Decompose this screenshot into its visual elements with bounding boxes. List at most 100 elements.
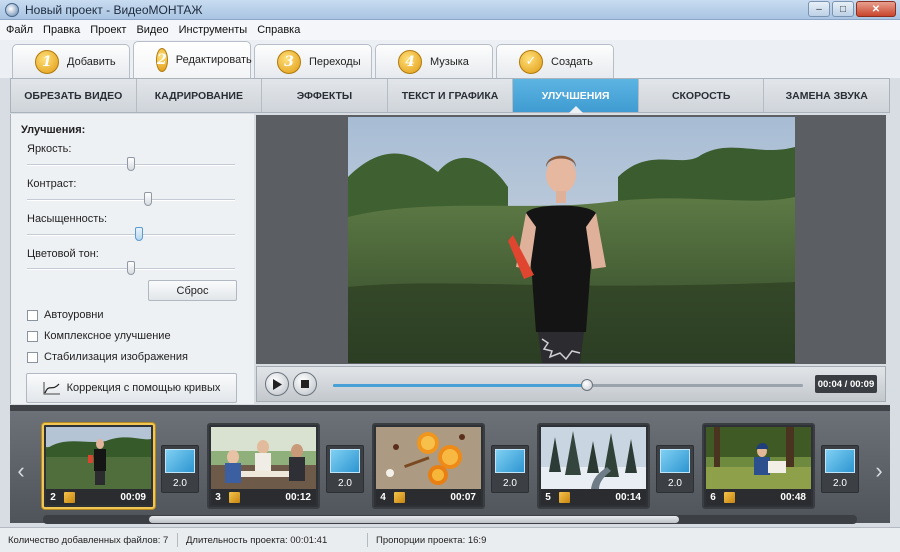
- clip-duration: 00:14: [615, 491, 641, 503]
- brightness-label: Яркость:: [27, 143, 72, 155]
- tab-speed[interactable]: СКОРОСТЬ: [639, 79, 765, 112]
- transition-slot[interactable]: 2.0: [161, 445, 199, 493]
- transition-duration: 2.0: [668, 478, 682, 489]
- checkbox-box[interactable]: [27, 309, 38, 321]
- clip-card[interactable]: 4 00:07: [372, 423, 485, 509]
- auto-levels-checkbox[interactable]: Автоуровни: [27, 309, 104, 321]
- clip-card[interactable]: 5 00:14: [537, 423, 650, 509]
- title-bar: Новый проект - ВидеоМОНТАЖ – □ ✕: [0, 0, 900, 20]
- brightness-slider-thumb[interactable]: [127, 157, 135, 171]
- playback-progress[interactable]: [333, 379, 803, 391]
- menu-file[interactable]: Файл: [6, 24, 33, 36]
- tab-text-graphics[interactable]: ТЕКСТ И ГРАФИКА: [388, 79, 514, 112]
- transition-icon: [330, 449, 360, 473]
- hue-slider-thumb[interactable]: [127, 261, 135, 275]
- maximize-icon[interactable]: □: [832, 1, 854, 17]
- checkbox-box[interactable]: [27, 330, 38, 342]
- video-preview-area: [256, 115, 886, 364]
- transition-slot[interactable]: 2.0: [821, 445, 859, 493]
- edit-subtabs: ОБРЕЗАТЬ ВИДЕО КАДРИРОВАНИЕ ЭФФЕКТЫ ТЕКС…: [10, 78, 890, 113]
- close-icon[interactable]: ✕: [856, 1, 896, 17]
- saturation-slider-thumb[interactable]: [135, 227, 144, 241]
- hue-slider[interactable]: [27, 261, 235, 275]
- step-label: Переходы: [309, 55, 361, 68]
- menu-edit[interactable]: Правка: [43, 24, 80, 36]
- tab-effects[interactable]: ЭФФЕКТЫ: [262, 79, 388, 112]
- curve-chart-icon: [43, 382, 60, 395]
- step-label: Музыка: [430, 55, 469, 68]
- transition-duration: 2.0: [503, 478, 517, 489]
- menu-project[interactable]: Проект: [90, 24, 126, 36]
- pencil-icon[interactable]: [229, 491, 240, 503]
- transition-icon: [495, 449, 525, 473]
- step-add[interactable]: 1 Добавить: [12, 44, 130, 78]
- menu-video[interactable]: Видео: [136, 24, 168, 36]
- pencil-icon[interactable]: [394, 491, 405, 503]
- transition-duration: 2.0: [173, 478, 187, 489]
- menu-tools[interactable]: Инструменты: [179, 24, 248, 36]
- step-music[interactable]: 4 Музыка: [375, 44, 493, 78]
- play-button[interactable]: [265, 372, 289, 396]
- pencil-icon[interactable]: [64, 491, 75, 503]
- saturation-slider[interactable]: [27, 227, 235, 241]
- clip-card[interactable]: 3 00:12: [207, 423, 320, 509]
- progress-thumb[interactable]: [580, 379, 593, 391]
- transition-slot[interactable]: 2.0: [491, 445, 529, 493]
- clip-thumbnail: [541, 427, 646, 489]
- clip-thumbnail: [46, 427, 151, 489]
- clip-duration: 00:09: [120, 491, 146, 503]
- filmstrip-timeline: ‹ › 2 00:09 2.0 3 00:12 2.0 4 00:07 2.0 …: [10, 405, 890, 524]
- stop-button[interactable]: [293, 372, 317, 396]
- checkbox-box[interactable]: [27, 351, 38, 363]
- clip-duration: 00:12: [285, 491, 311, 503]
- chevron-left-icon[interactable]: ‹: [12, 456, 30, 486]
- tab-crop[interactable]: КАДРИРОВАНИЕ: [137, 79, 263, 112]
- step-create[interactable]: ✓ Создать: [496, 44, 614, 78]
- transition-duration: 2.0: [833, 478, 847, 489]
- step-label: Создать: [551, 55, 593, 68]
- step-tabs: 1 Добавить 2 Редактировать 3 Переходы 4 …: [0, 40, 900, 78]
- clip-info-bar: 6 00:48: [706, 489, 811, 505]
- transition-slot[interactable]: 2.0: [656, 445, 694, 493]
- clip-duration: 00:07: [450, 491, 476, 503]
- tab-replace-audio[interactable]: ЗАМЕНА ЗВУКА: [764, 79, 889, 112]
- checkbox-label: Автоуровни: [44, 309, 104, 321]
- window-controls: – □ ✕: [808, 1, 896, 17]
- clip-index: 3: [215, 491, 221, 503]
- contrast-label: Контраст:: [27, 178, 77, 190]
- transition-icon: [825, 449, 855, 473]
- minimize-icon[interactable]: –: [808, 1, 830, 17]
- scrollbar-thumb[interactable]: [149, 516, 679, 523]
- transition-slot[interactable]: 2.0: [326, 445, 364, 493]
- filmstrip-scrollbar[interactable]: [43, 515, 857, 524]
- menu-bar: Файл Правка Проект Видео Инструменты Спр…: [0, 20, 900, 40]
- step-transitions[interactable]: 3 Переходы: [254, 44, 372, 78]
- enhancements-panel: Улучшения: Яркость: Контраст: Насыщеннос…: [10, 114, 254, 404]
- step-number-badge: 2: [156, 48, 168, 72]
- tab-enhancements[interactable]: УЛУЧШЕНИЯ: [513, 79, 639, 113]
- clip-info-bar: 2 00:09: [46, 489, 151, 505]
- reset-button[interactable]: Сброс: [148, 280, 237, 301]
- clip-card[interactable]: 2 00:09: [42, 423, 155, 509]
- play-icon: [273, 378, 282, 390]
- pencil-icon[interactable]: [559, 491, 570, 503]
- brightness-slider[interactable]: [27, 157, 235, 171]
- clip-thumbnail: [211, 427, 316, 489]
- stabilization-checkbox[interactable]: Стабилизация изображения: [27, 351, 188, 363]
- contrast-slider-thumb[interactable]: [143, 192, 152, 206]
- complex-enhance-checkbox[interactable]: Комплексное улучшение: [27, 330, 171, 342]
- checkmark-icon: ✓: [519, 49, 543, 74]
- clip-card[interactable]: 6 00:48: [702, 423, 815, 509]
- clip-index: 2: [50, 491, 56, 503]
- step-edit[interactable]: 2 Редактировать: [133, 41, 252, 78]
- status-aspect-ratio: Пропорции проекта: 16:9: [376, 534, 487, 546]
- chevron-right-icon[interactable]: ›: [870, 456, 888, 486]
- menu-help[interactable]: Справка: [257, 24, 300, 36]
- tab-trim-video[interactable]: ОБРЕЗАТЬ ВИДЕО: [11, 79, 137, 112]
- contrast-slider[interactable]: [27, 192, 235, 206]
- clip-index: 6: [710, 491, 716, 503]
- step-label: Добавить: [67, 55, 116, 68]
- pencil-icon[interactable]: [724, 491, 735, 503]
- clip-thumbnail: [706, 427, 811, 489]
- curves-button[interactable]: Коррекция с помощью кривых: [26, 373, 237, 403]
